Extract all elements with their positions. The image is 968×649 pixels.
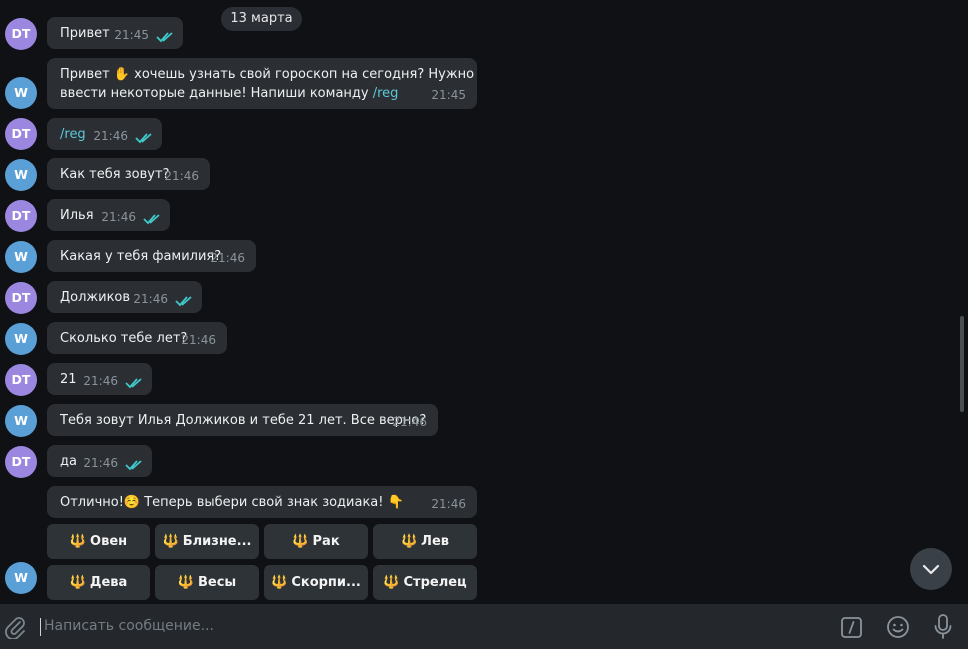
- message-time: 21:45: [431, 88, 466, 102]
- message-time: 21:46: [181, 333, 216, 347]
- message-time: 21:46: [83, 456, 118, 470]
- trident-icon: 🔱: [177, 575, 194, 590]
- message-bubble-outgoing[interactable]: да 21:46: [47, 445, 152, 477]
- message-bubble-outgoing[interactable]: Привет 21:45: [47, 17, 183, 49]
- message-time: 21:46: [164, 169, 199, 183]
- message-time: 21:46: [392, 415, 427, 429]
- scroll-down-button[interactable]: [910, 548, 952, 590]
- message-text: Отлично!☺️ Теперь выбери свой знак зодиа…: [60, 495, 404, 510]
- trident-icon: 🔱: [69, 575, 86, 590]
- paperclip-icon[interactable]: [4, 615, 26, 639]
- bot-commands-icon[interactable]: [841, 617, 862, 638]
- read-checkmarks-icon: [143, 214, 160, 225]
- message-text: Привет: [60, 26, 110, 41]
- message-text: Как тебя зовут?: [60, 167, 170, 182]
- message-time: 21:46: [133, 292, 168, 306]
- read-checkmarks-icon: [135, 133, 152, 144]
- message-text: 21: [60, 372, 77, 387]
- avatar[interactable]: W: [5, 77, 37, 109]
- message-bubble-incoming[interactable]: Привет ✋ хочешь узнать свой гороскоп на …: [47, 58, 477, 109]
- trident-icon: 🔱: [292, 534, 309, 549]
- zodiac-button-gemini[interactable]: 🔱 Близне...: [155, 524, 259, 559]
- message-composer: Написать сообщение...: [0, 604, 968, 649]
- command-link[interactable]: /reg: [60, 127, 86, 142]
- message-bubble-incoming[interactable]: Как тебя зовут? 21:46: [47, 158, 210, 190]
- message-bubble-outgoing[interactable]: /reg 21:46: [47, 118, 162, 150]
- read-checkmarks-icon: [125, 378, 142, 389]
- trident-icon: 🔱: [400, 534, 418, 549]
- avatar[interactable]: W: [5, 405, 37, 437]
- chat-area: 13 марта DT Привет 21:45 W Привет ✋ хоче…: [0, 0, 968, 604]
- message-text: да: [60, 454, 77, 469]
- trident-icon: 🔱: [383, 575, 400, 590]
- zodiac-button-libra[interactable]: 🔱 Весы: [155, 565, 259, 600]
- avatar[interactable]: W: [5, 562, 37, 594]
- zodiac-button-aries[interactable]: 🔱 Овен: [47, 524, 150, 559]
- message-time: 21:45: [114, 28, 149, 42]
- message-input-placeholder: Написать сообщение...: [44, 618, 214, 634]
- message-bubble-incoming[interactable]: Сколько тебе лет? 21:46: [47, 322, 227, 354]
- message-time: 21:46: [83, 374, 118, 388]
- message-bubble-incoming[interactable]: Тебя зовут Илья Должиков и тебе 21 лет. …: [47, 404, 438, 436]
- microphone-icon[interactable]: [933, 614, 953, 640]
- message-text: Должиков: [60, 290, 131, 305]
- zodiac-button-virgo[interactable]: 🔱 Дева: [47, 565, 150, 600]
- scrollbar[interactable]: [960, 316, 964, 412]
- zodiac-button-scorpio[interactable]: 🔱 Скорпи...: [264, 565, 368, 600]
- emoji-icon[interactable]: [886, 615, 910, 639]
- message-text: Тебя зовут Илья Должиков и тебе 21 лет. …: [60, 413, 427, 428]
- message-bubble-outgoing[interactable]: 21 21:46: [47, 363, 152, 395]
- zodiac-button-leo[interactable]: 🔱 Лев: [373, 524, 477, 559]
- read-checkmarks-icon: [125, 460, 142, 471]
- message-bubble-incoming[interactable]: Отлично!☺️ Теперь выбери свой знак зодиа…: [47, 486, 477, 518]
- avatar[interactable]: W: [5, 159, 37, 191]
- message-text-line: Привет ✋ хочешь узнать свой гороскоп на …: [60, 67, 475, 82]
- date-divider: 13 марта: [221, 7, 302, 31]
- chevron-down-icon: [922, 564, 940, 575]
- read-checkmarks-icon: [175, 296, 192, 307]
- trident-icon: 🔱: [271, 575, 288, 590]
- message-text: Илья: [60, 208, 94, 223]
- trident-icon: 🔱: [69, 534, 87, 549]
- avatar[interactable]: DT: [5, 118, 37, 150]
- message-time: 21:46: [210, 251, 245, 265]
- trident-icon: 🔱: [162, 534, 179, 549]
- avatar[interactable]: W: [5, 323, 37, 355]
- avatar[interactable]: W: [5, 241, 37, 273]
- avatar[interactable]: DT: [5, 364, 37, 396]
- message-input[interactable]: Написать сообщение...: [40, 604, 820, 649]
- message-bubble-outgoing[interactable]: Илья 21:46: [47, 199, 170, 231]
- zodiac-button-sagittarius[interactable]: 🔱 Стрелец: [373, 565, 477, 600]
- message-text-line: ввести некоторые данные! Напиши команду: [60, 86, 373, 101]
- message-bubble-outgoing[interactable]: Должиков 21:46: [47, 281, 202, 313]
- message-text: Какая у тебя фамилия?: [60, 249, 222, 264]
- command-link[interactable]: /reg: [373, 86, 399, 101]
- read-checkmarks-icon: [156, 32, 173, 43]
- message-text: Сколько тебе лет?: [60, 331, 188, 346]
- avatar[interactable]: DT: [5, 200, 37, 232]
- message-bubble-incoming[interactable]: Какая у тебя фамилия? 21:46: [47, 240, 256, 272]
- zodiac-button-cancer[interactable]: 🔱 Рак: [264, 524, 368, 559]
- avatar[interactable]: DT: [5, 446, 37, 478]
- avatar[interactable]: DT: [5, 18, 37, 50]
- message-time: 21:46: [101, 210, 136, 224]
- message-time: 21:46: [431, 497, 466, 511]
- message-time: 21:46: [93, 129, 128, 143]
- avatar[interactable]: DT: [5, 282, 37, 314]
